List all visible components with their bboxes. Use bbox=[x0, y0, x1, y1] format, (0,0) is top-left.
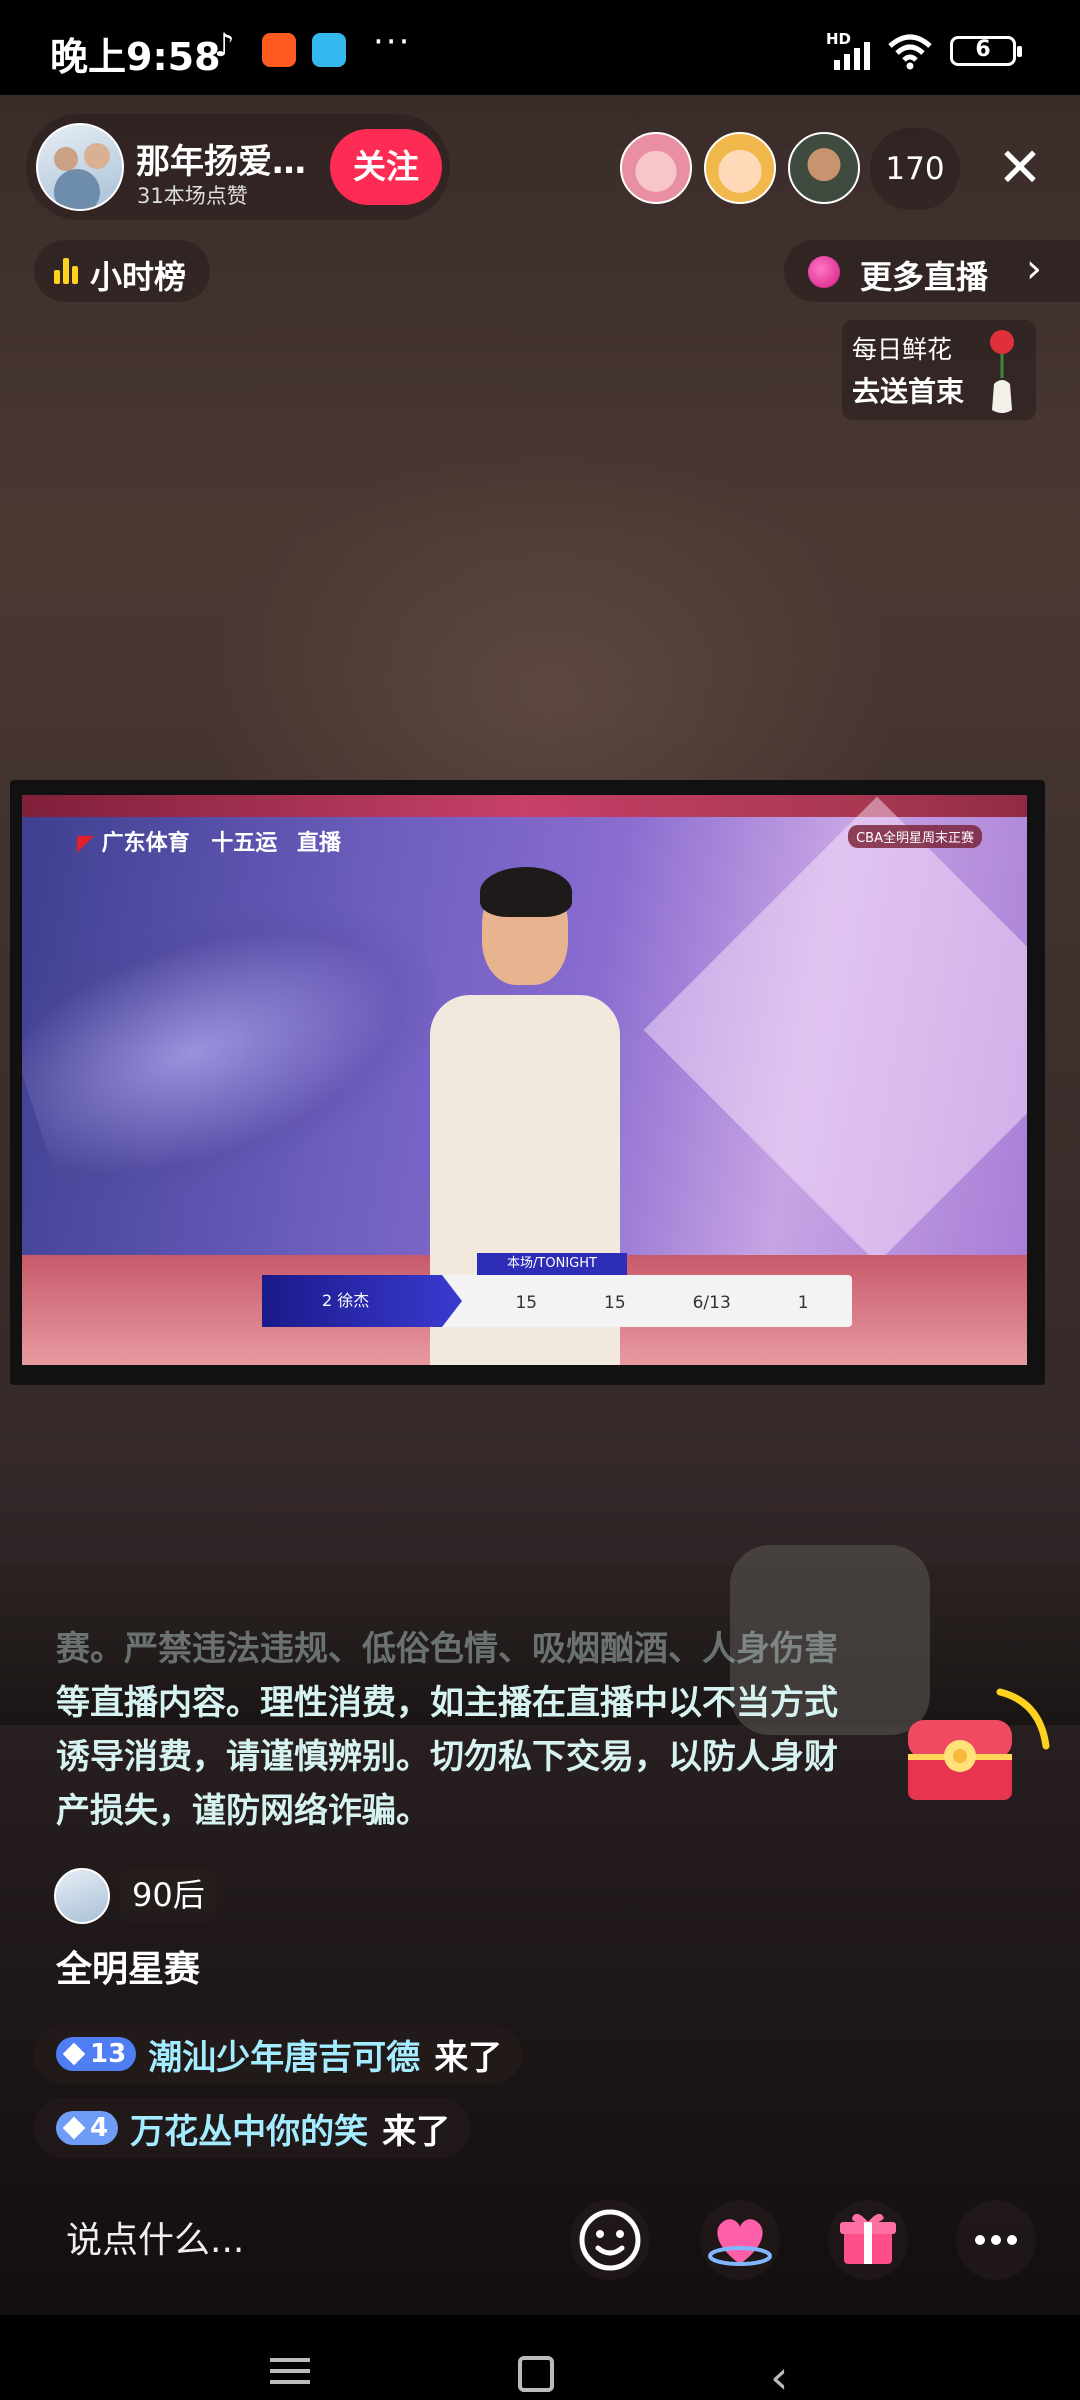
viewer-avatar[interactable] bbox=[704, 132, 776, 204]
home-icon[interactable] bbox=[518, 2356, 554, 2392]
notice-line: 赛。严禁违法违规、低俗色情、吸烟酗酒、人身伤害 bbox=[56, 1629, 838, 1669]
score-stat: 15 bbox=[604, 1293, 626, 1313]
join-notification: 4 万花丛中你的笑 来了 bbox=[34, 2098, 471, 2158]
score-stat: 15 bbox=[515, 1293, 538, 1313]
live-balloon-icon bbox=[808, 256, 840, 288]
host-likes: 31本场点赞 bbox=[137, 184, 248, 208]
battery-level: 6 bbox=[975, 37, 991, 62]
flower-card-action: 去送首束 bbox=[852, 375, 965, 408]
tv-event-tag: CBA全明星周末正赛 bbox=[848, 825, 982, 848]
app-notification-icon bbox=[262, 33, 296, 67]
score-stats: 15 15 6/13 1 bbox=[482, 1293, 842, 1313]
more-notifications-icon: ··· bbox=[373, 22, 412, 62]
more-live-button[interactable]: 更多直播 › bbox=[784, 240, 1080, 302]
tv-channel-name: 广东体育 bbox=[101, 831, 190, 856]
status-time: 晚上9:58 bbox=[50, 35, 221, 79]
ellipsis-icon bbox=[975, 2235, 1017, 2245]
signal-icon bbox=[834, 42, 870, 70]
chevron-right-icon: › bbox=[1026, 246, 1042, 292]
diamond-icon bbox=[62, 2116, 86, 2140]
player-hair bbox=[480, 867, 572, 917]
tv-background-graphic bbox=[22, 856, 471, 1224]
close-button[interactable]: ✕ bbox=[990, 130, 1050, 206]
notice-line: 诱导消费，请谨慎辨别。切勿私下交易，以防人身财 bbox=[56, 1737, 838, 1777]
heart-icon bbox=[708, 2219, 772, 2266]
comment-input[interactable] bbox=[34, 2190, 534, 2290]
score-player-name: 2 徐杰 bbox=[262, 1275, 462, 1327]
status-bar: 晚上9:58 ♪ ··· HD 6 bbox=[0, 0, 1080, 95]
viewer-count[interactable]: 170 bbox=[870, 128, 960, 210]
tv-live-label: 直播 bbox=[296, 831, 341, 856]
join-username[interactable]: 万花丛中你的笑 bbox=[130, 2104, 368, 2153]
tv-event-name: 十五运 bbox=[211, 831, 278, 856]
score-title: 本场/TONIGHT bbox=[477, 1253, 627, 1275]
more-live-label: 更多直播 bbox=[860, 258, 989, 296]
join-action: 来了 bbox=[434, 2037, 503, 2078]
score-stat: 1 bbox=[797, 1293, 809, 1313]
tv-diamond-graphic bbox=[643, 796, 1027, 1264]
smiley-icon bbox=[579, 2209, 641, 2271]
notice-line: 产损失，谨防网络诈骗。 bbox=[56, 1791, 430, 1831]
wifi-icon bbox=[888, 34, 932, 70]
join-notification: 13 潮汕少年唐吉可德 来了 bbox=[34, 2024, 523, 2084]
viewer-avatar[interactable] bbox=[788, 132, 860, 204]
hour-rank-label: 小时榜 bbox=[90, 258, 187, 296]
live-notice: 赛。严禁违法违规、低俗色情、吸烟酗酒、人身伤害 等直播内容。理性消费，如主播在直… bbox=[56, 1622, 896, 1838]
like-button[interactable] bbox=[700, 2200, 780, 2280]
more-options-button[interactable] bbox=[956, 2200, 1036, 2280]
treasure-chest-icon[interactable] bbox=[900, 1684, 1050, 1834]
chat-user-avatar[interactable] bbox=[54, 1868, 110, 1924]
tiktok-notification-icon: ♪ bbox=[214, 26, 235, 64]
tv-channel-logo: ◤ 广东体育 十五运 直播 bbox=[77, 831, 341, 856]
gift-button[interactable] bbox=[828, 2200, 908, 2280]
daily-flower-card[interactable]: 每日鲜花 去送首束 bbox=[842, 320, 1036, 420]
viewer-avatar[interactable] bbox=[620, 132, 692, 204]
score-stat: 6/13 bbox=[692, 1293, 731, 1313]
game-notification-icon bbox=[312, 33, 346, 67]
rank-bars-icon bbox=[54, 258, 80, 284]
flower-card-title: 每日鲜花 bbox=[852, 335, 953, 364]
hour-rank-button[interactable]: 小时榜 bbox=[34, 240, 210, 302]
gift-icon bbox=[840, 2213, 896, 2264]
host-avatar[interactable] bbox=[36, 123, 124, 211]
notice-line: 等直播内容。理性消费，如主播在直播中以不当方式 bbox=[56, 1683, 838, 1723]
tv-scoreboard: 本场/TONIGHT 2 徐杰 15 15 6/13 1 bbox=[262, 1253, 852, 1327]
fan-level-badge: 4 bbox=[56, 2111, 119, 2145]
chat-message: 全明星赛 bbox=[56, 1949, 201, 1990]
fan-level-badge: 13 bbox=[56, 2037, 137, 2071]
battery-icon: 6 bbox=[950, 36, 1022, 66]
host-name[interactable]: 那年扬爱… bbox=[136, 134, 306, 183]
emoji-button[interactable] bbox=[570, 2200, 650, 2280]
chat-user-badge[interactable]: 90后 bbox=[120, 1868, 217, 1922]
join-action: 来了 bbox=[382, 2111, 451, 2152]
back-icon[interactable]: ‹ bbox=[770, 2350, 788, 2400]
diamond-icon bbox=[62, 2042, 86, 2066]
join-username[interactable]: 潮汕少年唐吉可德 bbox=[148, 2030, 420, 2079]
recent-apps-icon[interactable] bbox=[270, 2356, 310, 2386]
follow-button[interactable]: 关注 bbox=[330, 129, 442, 205]
rose-vase-icon bbox=[990, 330, 1014, 413]
tv-screen: ◤ 广东体育 十五运 直播 CBA全明星周末正赛 本场/TONIGHT 2 徐杰… bbox=[22, 795, 1027, 1365]
